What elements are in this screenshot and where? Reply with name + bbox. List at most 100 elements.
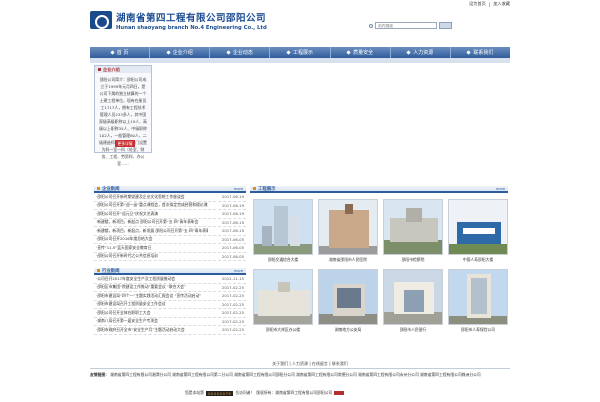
bullet-icon: [98, 68, 101, 71]
intro-text: 邵阳公司简介：邵阳公司成立于1999年元月四日，是公司下属的独立核算的一个土建工…: [99, 77, 147, 166]
project-photo[interactable]: [253, 199, 313, 255]
brand: 湖南省第四工程有限公司邵阳公司 Hunan shaoyang branch No…: [116, 10, 267, 31]
company-news-date: 2017-06-19: [221, 219, 244, 225]
industry-news-title[interactable]: ·湖南八局召开第一届安全生产专项会: [96, 318, 208, 324]
diamond-icon: [166, 50, 171, 55]
industry-news-title[interactable]: ·公司召开2017年度安全生产及工程质量推动会: [96, 276, 208, 282]
project-caption[interactable]: 邵阳市人寿保险公司: [448, 327, 508, 333]
industry-news-row[interactable]: ·湖南八局召开第一届安全生产专项会 2017-02-25: [94, 318, 246, 326]
set-homepage-link[interactable]: 设为首页: [469, 1, 486, 7]
nav-projects[interactable]: 工程展示: [270, 47, 331, 58]
company-logo[interactable]: [90, 11, 112, 29]
project-caption[interactable]: 中国人寿邵阳大楼: [448, 257, 508, 263]
nav-hr[interactable]: 人力资源: [391, 47, 451, 58]
company-news-title[interactable]: ·邵阳公司召开2016年度总结大会: [96, 236, 208, 242]
industry-news-title[interactable]: ·邵阳区市集团“院建设工作推动”重要会议 “联合大会”: [96, 284, 208, 290]
company-news-row[interactable]: ·邵阳公司召开第“迎一亩”重点课程会，首次拟定完成经营和理论课程 2017-06-…: [94, 202, 246, 210]
diamond-icon: [346, 50, 351, 55]
intro-more-button[interactable]: 更多详情: [115, 140, 135, 147]
company-news-header: 企业新闻 more: [94, 186, 246, 193]
diamond-icon: [286, 50, 291, 55]
project-caption[interactable]: 邵阳市大祥区办公楼: [253, 327, 313, 333]
company-news-row[interactable]: ·新建楼，新项目，新起点 邵阳公司召开第“五·四”青年表彰会 2017-06-19: [94, 219, 246, 227]
company-news-title[interactable]: ·邵阳公司召开第“迎一亩”重点课程会，首次拟定完成经营和理论课程: [96, 202, 208, 208]
company-news-title[interactable]: ·邵阳公司召开新时代之公共信息培训: [96, 253, 208, 259]
project-grid: 邵阳交通综合大楼 湖南省邵阳市人民医院 邵阳市检察院 中国人寿邵阳大楼邵阳市大祥区办公…: [250, 193, 508, 333]
company-news-row[interactable]: ·邵阳公司召开新时代之公共信息培训 2017-06-05: [94, 253, 246, 261]
industry-news-date: 2017-02-25: [221, 301, 244, 307]
friend-links-label: 友情链接：: [90, 372, 109, 377]
project-card[interactable]: 湖南地方公安局: [318, 269, 378, 333]
project-card[interactable]: 邵阳市检察院: [383, 199, 443, 263]
project-card[interactable]: 邵阳市人寿保险公司: [448, 269, 508, 333]
project-card[interactable]: 中国人寿邵阳大楼: [448, 199, 508, 263]
nav-quality[interactable]: 质量安全: [331, 47, 391, 58]
company-news-row[interactable]: ·邵阳公司召开2016年度总结大会 2017-06-05: [94, 236, 246, 244]
diamond-icon: [226, 50, 231, 55]
industry-news-more-link[interactable]: more: [234, 269, 243, 273]
project-photo[interactable]: [383, 199, 443, 255]
company-news-title[interactable]: ·新建楼，新项目，新起点 邵阳公司召开第“五·四”青年表彰会: [96, 219, 208, 225]
industry-news-header: 行业新闻 more: [94, 268, 246, 275]
industry-news-title[interactable]: ·邵阳市建设局“四个一”主题实践活动汇报会议 “宣传活动启动”: [96, 293, 208, 299]
project-caption[interactable]: 邵阳市人民银行: [383, 327, 443, 333]
nav-band: [90, 58, 510, 63]
project-card[interactable]: 湖南省邵阳市人民医院: [318, 199, 378, 263]
project-photo[interactable]: [318, 199, 378, 255]
nav-contact[interactable]: 联系我们: [451, 47, 510, 58]
company-news-row[interactable]: ·邵阳公司召开“迎元旦”庆祝文艺表演 2017-06-19: [94, 210, 246, 219]
add-favorite-link[interactable]: 加入收藏: [493, 1, 510, 7]
company-news-title[interactable]: ·新建楼，新项目，新起点，新发展 邵阳公司召开第“五·四”青年表彰会: [96, 228, 208, 234]
project-card[interactable]: 邵阳市大祥区办公楼: [253, 269, 313, 333]
bullet-icon: [97, 187, 100, 190]
company-news-title[interactable]: ·宣传“11.5”蓝天国家安全教育日: [96, 245, 208, 251]
intro-header: 企业介绍: [95, 66, 151, 73]
visit-counter: 00000079: [205, 390, 234, 396]
project-caption[interactable]: 湖南省邵阳市人民医院: [318, 257, 378, 263]
project-caption[interactable]: 邵阳交通综合大楼: [253, 257, 313, 263]
project-card[interactable]: 邵阳交通综合大楼: [253, 199, 313, 263]
industry-news-title[interactable]: ·邵阳市政府召开全市“安全生产月”主题活动启动大会: [96, 327, 208, 333]
project-header: 工程展示 more: [250, 186, 508, 193]
bullet-icon: [253, 187, 256, 190]
project-photo[interactable]: [318, 269, 378, 325]
company-news-more-link[interactable]: more: [234, 187, 243, 191]
search-icon: [369, 23, 373, 28]
industry-news-row[interactable]: ·公司召开2017年度安全生产及工程质量推动会 2012-11-15: [94, 275, 246, 284]
search-input[interactable]: [375, 22, 437, 29]
diamond-icon: [110, 50, 115, 55]
project-photo[interactable]: [448, 269, 508, 325]
company-news-title[interactable]: ·邵阳公司召开新时期党建及企业文化思想工作座谈会: [96, 194, 208, 200]
counter-suffix: 位访问者！: [235, 390, 255, 395]
industry-news-title[interactable]: ·邵阳市建设局召开工程质量安全工作会议: [96, 301, 208, 307]
industry-news-row[interactable]: ·邵阳区市集团“院建设工作推动”重要会议 “联合大会” 2017-02-25: [94, 284, 246, 292]
industry-news-row[interactable]: ·邵阳市建设局“四个一”主题实践活动汇报会议 “宣传活动启动” 2017-02-2…: [94, 292, 246, 301]
nav-about[interactable]: 企业介绍: [150, 47, 211, 58]
industry-news-row[interactable]: ·邵阳市建设局召开工程质量安全工作会议 2017-02-25: [94, 301, 246, 309]
friend-links-list[interactable]: 湖南省第四工程有限公司湘潭分公司 湖南省第四工程有限公司第二分公司 湖南省第四工…: [110, 372, 481, 377]
project-photo[interactable]: [448, 199, 508, 255]
project-caption[interactable]: 邵阳市检察院: [383, 257, 443, 263]
project-caption[interactable]: 湖南地方公安局: [318, 327, 378, 333]
company-news-date: 2017-06-05: [221, 245, 244, 251]
search-button[interactable]: [439, 22, 452, 29]
project-more-link[interactable]: more: [496, 187, 505, 191]
footer-nav[interactable]: 关于我们 | 人力资源 | 在线留言 | 联系我们: [240, 361, 380, 367]
industry-news-title[interactable]: ·邵阳公司召开全体在职职工大会: [96, 310, 208, 316]
project-card[interactable]: 邵阳市人民银行: [383, 269, 443, 333]
industry-news-row[interactable]: ·邵阳市政府召开全市“安全生产月”主题活动启动大会 2017-02-25: [94, 326, 246, 335]
nav-home[interactable]: 首 页: [90, 47, 151, 58]
industry-news-date: 2012-11-15: [221, 276, 244, 282]
company-news-row[interactable]: ·宣传“11.5”蓝天国家安全教育日 2017-06-05: [94, 244, 246, 253]
project-photo[interactable]: [253, 269, 313, 325]
company-news-title[interactable]: ·邵阳公司召开“迎元旦”庆祝文艺表演: [96, 211, 208, 217]
company-news-row[interactable]: ·邵阳公司召开新时期党建及企业文化思想工作座谈会 2017-06-19: [94, 193, 246, 202]
company-news-row[interactable]: ·新建楼，新项目，新起点，新发展 邵阳公司召开第“五·四”青年表彰会 2017-0…: [94, 227, 246, 236]
search-bar: [369, 22, 452, 29]
site-stats: 您是本站第 00000079 位访问者！ 版权所有：湖南省第四工程有限公司邵阳公…: [185, 390, 510, 396]
project-photo[interactable]: [383, 269, 443, 325]
site-badge-icon: [334, 391, 345, 395]
main-nav: 首 页 企业介绍 企业动态 工程展示 质量安全 人力资源 联系我们: [90, 47, 510, 58]
industry-news-row[interactable]: ·邵阳公司召开全体在职职工大会 2017-02-25: [94, 309, 246, 318]
nav-news[interactable]: 企业动态: [210, 47, 271, 58]
